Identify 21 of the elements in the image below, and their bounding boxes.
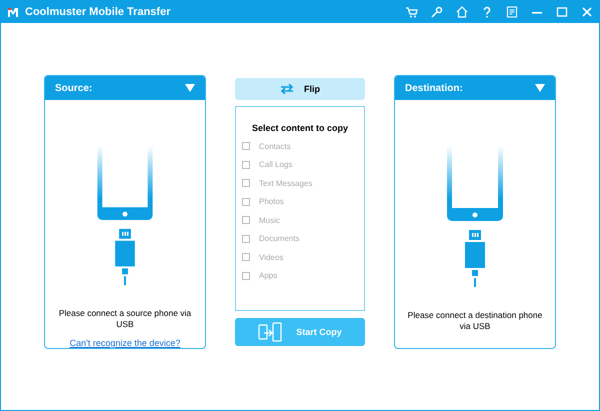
close-icon[interactable] — [581, 6, 593, 18]
key-icon[interactable] — [431, 6, 443, 18]
swap-icon — [280, 84, 294, 94]
home-icon[interactable] — [456, 6, 468, 18]
phone-transfer-icon — [258, 322, 282, 342]
window-title: Coolmuster Mobile Transfer — [25, 6, 172, 18]
app-logo-icon — [7, 6, 19, 18]
help-icon[interactable] — [481, 6, 493, 18]
feedback-icon[interactable] — [506, 6, 518, 18]
maximize-icon[interactable] — [556, 6, 568, 18]
panel-title: Destination: — [405, 82, 463, 94]
dropdown-icon[interactable] — [535, 84, 545, 92]
cart-icon[interactable] — [406, 6, 418, 18]
start-copy-button[interactable]: Start Copy — [235, 318, 365, 346]
flip-button[interactable]: Flip — [235, 78, 365, 100]
content-title: Select content to copy — [250, 123, 350, 133]
panel-title: Source: — [55, 82, 92, 94]
connect-message: Please connect a source phone via USB — [58, 308, 192, 330]
dropdown-icon[interactable] — [185, 84, 195, 92]
connect-message: Please connect a destination phone via USB — [406, 310, 544, 332]
help-link[interactable]: Can't recognize the device? — [70, 338, 180, 348]
